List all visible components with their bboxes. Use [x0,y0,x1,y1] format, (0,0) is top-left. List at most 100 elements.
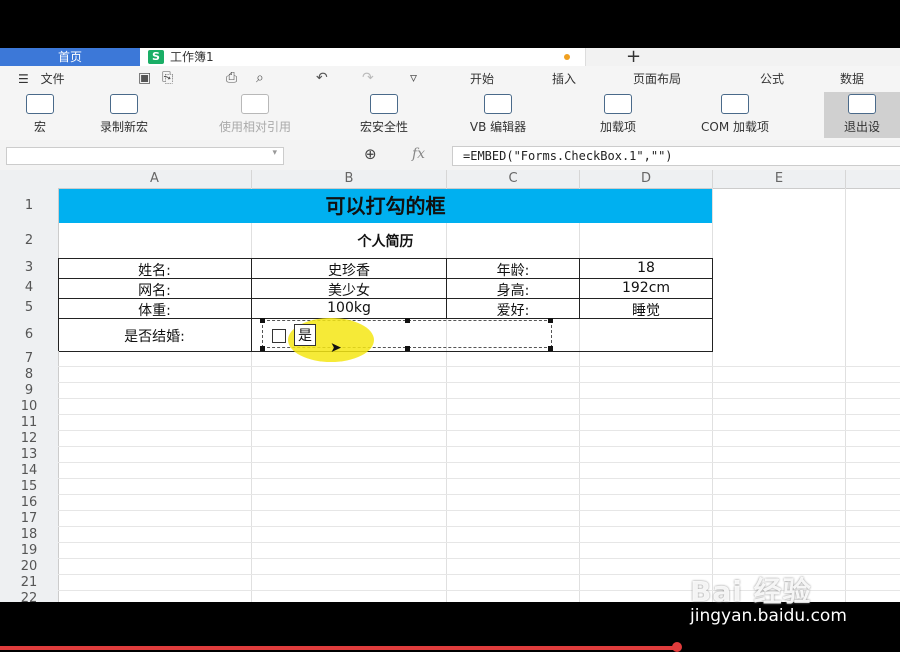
hamburger-icon: ☰ [18,72,29,86]
menu-formula[interactable]: 公式 [760,70,784,87]
vb-editor-label: VB 编辑器 [469,120,527,134]
video-top-bar [0,0,900,48]
row-header[interactable]: 12 [0,431,59,448]
resize-handle[interactable] [548,318,553,323]
row-header[interactable]: 4 [0,278,59,299]
cell-d4[interactable]: 192cm [580,280,712,296]
row-header[interactable]: 15 [0,479,59,496]
fx-icon[interactable]: fx [412,146,425,162]
macro-icon [26,94,54,114]
cell-d3[interactable]: 18 [580,260,712,276]
row-header[interactable]: 19 [0,543,59,560]
row-header[interactable]: 14 [0,463,59,480]
macro-label: 宏 [33,120,46,134]
row-header[interactable]: 11 [0,415,59,432]
resize-handle[interactable] [260,346,265,351]
resize-handle[interactable] [548,346,553,351]
cell-a3[interactable]: 姓名: [58,260,251,280]
undo-icon[interactable]: ↶ [316,70,328,86]
row-header[interactable]: 7 [0,351,59,368]
row-header[interactable]: 18 [0,527,59,544]
col-header-b[interactable]: B [252,170,447,189]
print-preview-icon[interactable]: ⌕ [256,70,264,86]
row-header[interactable]: 17 [0,511,59,528]
menu-file[interactable]: ☰ 文件 [18,70,65,87]
row-header[interactable]: 1 [0,188,59,225]
menu-insert[interactable]: 插入 [552,70,576,87]
video-progress-handle[interactable] [672,642,682,652]
menu-data[interactable]: 数据 [840,70,864,87]
cell-b3[interactable]: 史珍香 [252,260,446,280]
col-header-e[interactable]: E [713,170,846,189]
redo-icon[interactable]: ↷ [362,70,374,86]
row-header[interactable]: 3 [0,258,59,279]
cell-c5[interactable]: 爱好: [447,300,579,320]
resize-handle[interactable] [405,346,410,351]
com-addins-button[interactable]: COM 加载项 [668,92,802,138]
grid-line [58,398,900,399]
save-icon[interactable]: ▣ [138,70,151,86]
cell-b4[interactable]: 美少女 [252,280,446,300]
spreadsheet-grid[interactable]: A B C D E 1 2 3 4 5 6 可以打勾的框 个人简历 姓名: 史珍… [0,170,900,602]
sheet-title-cell[interactable]: 可以打勾的框 [59,189,712,223]
cell-d5[interactable]: 睡觉 [580,300,712,320]
macro-button[interactable]: 宏 [14,92,66,138]
cell-c3[interactable]: 年龄: [447,260,579,280]
chevron-down-icon[interactable]: ▾ [272,148,277,158]
addins-button[interactable]: 加载项 [582,92,654,138]
gear-icon [604,94,632,114]
grid-line [58,542,900,543]
record-macro-icon [110,94,138,114]
row-header[interactable]: 20 [0,559,59,576]
row-header[interactable]: 6 [0,318,59,352]
watermark-url: jingyan.baidu.com [690,606,847,626]
exit-design-mode-button[interactable]: 退出设 [824,92,900,138]
row-header[interactable]: 2 [0,224,59,259]
cell-a6[interactable]: 是否结婚: [58,326,251,346]
cell-a4[interactable]: 网名: [58,280,251,300]
zoom-icon[interactable]: ⊕ [364,145,377,163]
record-macro-button[interactable]: 录制新宏 [78,92,170,138]
grid-line [58,446,900,447]
col-header-f[interactable] [846,170,900,189]
row-header[interactable]: 21 [0,575,59,592]
addins-label: 加载项 [599,120,636,134]
menu-start[interactable]: 开始 [470,70,494,87]
menu-page-layout[interactable]: 页面布局 [633,70,681,87]
col-header-d[interactable]: D [580,170,713,189]
resize-handle[interactable] [260,318,265,323]
row-header[interactable]: 9 [0,383,59,400]
relative-ref-button[interactable]: 使用相对引用 [186,92,324,138]
row-header[interactable]: 5 [0,298,59,319]
row-header[interactable]: 22 [0,591,59,602]
name-box[interactable]: ▾ [6,147,284,165]
print-icon[interactable]: ⎙ [226,70,237,86]
tab-workbook[interactable]: S 工作簿1 [140,48,586,66]
format-painter-icon[interactable]: ⎘ [162,70,173,86]
cell-b5[interactable]: 100kg [252,300,446,316]
sheet-subtitle-cell[interactable]: 个人简历 [59,225,712,259]
tab-home[interactable]: 首页 [0,48,140,66]
grid-line [58,526,900,527]
row-header[interactable]: 8 [0,367,59,384]
col-header-c[interactable]: C [447,170,580,189]
cell-c4[interactable]: 身高: [447,280,579,300]
macro-security-label: 宏安全性 [359,120,408,134]
col-header-a[interactable]: A [58,170,252,189]
formula-input[interactable]: =EMBED("Forms.CheckBox.1","") [452,146,900,166]
resize-handle[interactable] [405,318,410,323]
grid-line [58,510,900,511]
row-header[interactable]: 10 [0,399,59,416]
design-mode-icon [848,94,876,114]
video-progress-bar[interactable] [0,646,680,650]
checkbox[interactable] [272,329,286,343]
row-header[interactable]: 16 [0,495,59,512]
new-tab-button[interactable]: + [626,46,641,67]
vb-editor-button[interactable]: VB 编辑器 [444,92,552,138]
macro-security-button[interactable]: 宏安全性 [336,92,432,138]
select-all-corner[interactable] [0,170,59,189]
checkbox-label[interactable]: 是 [294,324,316,346]
row-header[interactable]: 13 [0,447,59,464]
cell-a5[interactable]: 体重: [58,300,251,320]
dropdown-icon[interactable]: ▿ [410,70,417,86]
